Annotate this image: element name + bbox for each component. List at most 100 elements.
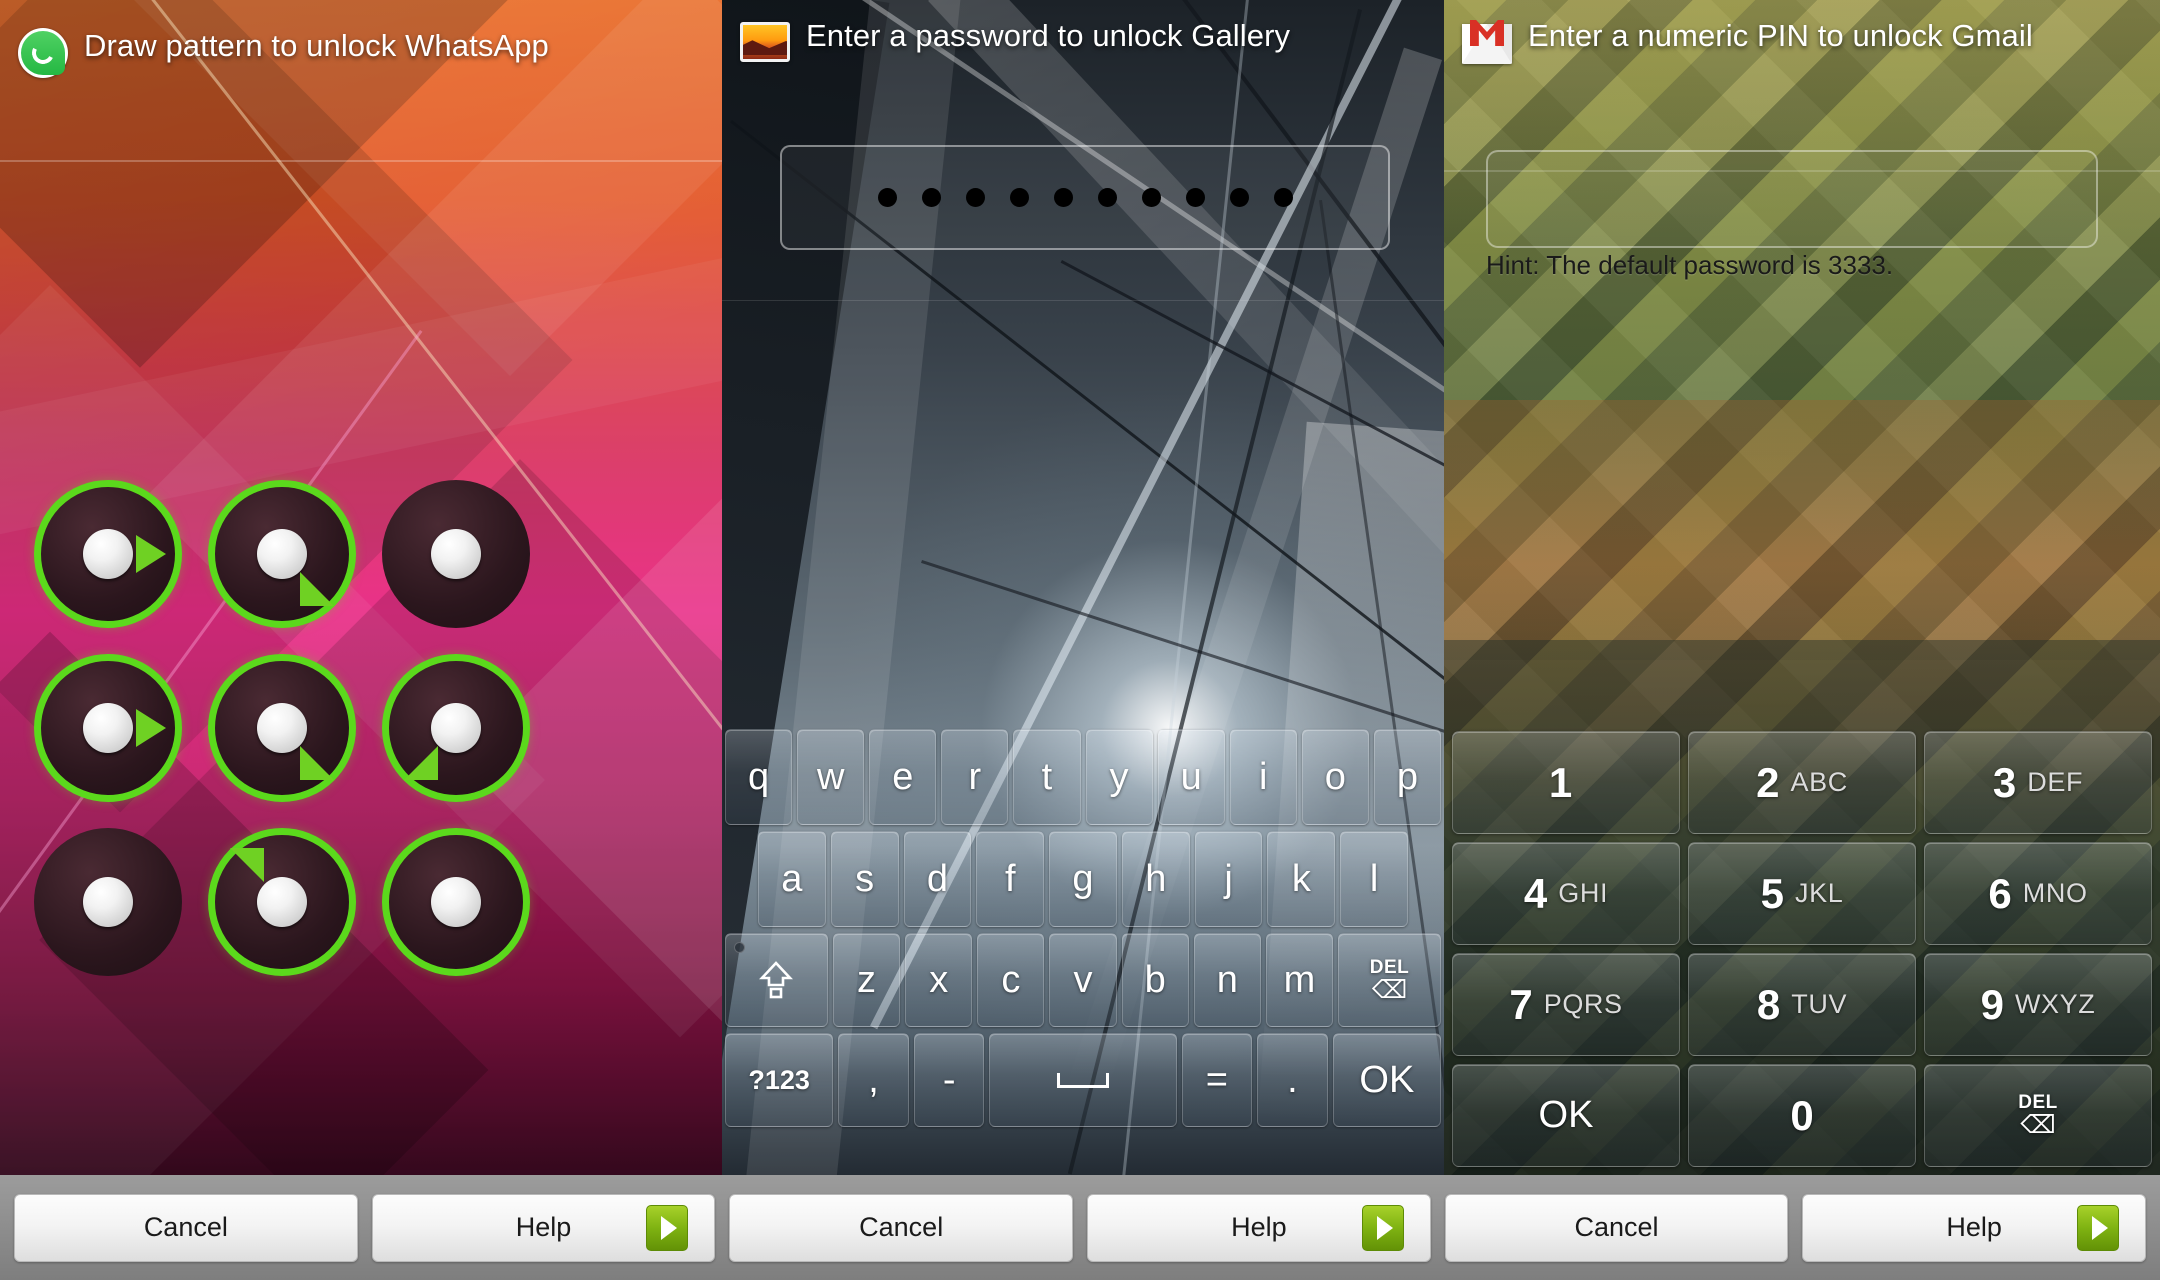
symbols-key[interactable]: ?123 xyxy=(725,1033,834,1127)
numkey-5[interactable]: 5 JKL xyxy=(1688,842,1916,945)
period-key[interactable]: . xyxy=(1257,1033,1328,1127)
equals-key[interactable]: = xyxy=(1181,1033,1253,1127)
arrow-right-icon xyxy=(646,1204,689,1251)
key-i[interactable]: i xyxy=(1229,729,1297,825)
key-v[interactable]: v xyxy=(1049,933,1117,1027)
arrow-right-icon xyxy=(136,535,166,573)
cancel-button-label: Cancel xyxy=(859,1212,944,1242)
key-h[interactable]: h xyxy=(1121,831,1190,927)
key-y[interactable]: y xyxy=(1085,729,1153,825)
help-button-label: Help xyxy=(1946,1212,2002,1242)
key-m[interactable]: m xyxy=(1265,933,1334,1027)
arrow-right-icon xyxy=(136,709,166,747)
pattern-node-2[interactable] xyxy=(208,480,356,628)
numkey-8[interactable]: 8 TUV xyxy=(1688,953,1916,1056)
key-p[interactable]: p xyxy=(1373,729,1441,825)
key-x[interactable]: x xyxy=(905,933,973,1027)
numkey-3[interactable]: 3 DEF xyxy=(1924,731,2152,834)
ok-key[interactable]: OK xyxy=(1332,1033,1442,1127)
backspace-key[interactable]: DEL ⌫ xyxy=(1338,933,1442,1027)
pin-hint-text: Hint: The default password is 3333. xyxy=(1486,250,1894,280)
key-q[interactable]: q xyxy=(725,729,793,825)
numkey-9[interactable]: 9 WXYZ xyxy=(1924,953,2152,1056)
key-j[interactable]: j xyxy=(1194,831,1263,927)
password-panel-title: Enter a password to unlock Gallery xyxy=(806,18,1291,53)
key-g[interactable]: g xyxy=(1049,831,1117,927)
numkey-7[interactable]: 7 PQRS xyxy=(1452,953,1680,1056)
key-w[interactable]: w xyxy=(797,729,865,825)
backspace-icon: ⌫ xyxy=(2020,1111,2056,1139)
pattern-panel-header: Draw pattern to unlock WhatsApp xyxy=(18,28,708,78)
pin-panel-title: Enter a numeric PIN to unlock Gmail xyxy=(1528,18,2033,53)
help-button-label: Help xyxy=(515,1212,572,1242)
pattern-panel-title: Draw pattern to unlock WhatsApp xyxy=(84,28,549,63)
pin-panel-header: Enter a numeric PIN to unlock Gmail xyxy=(1462,18,2152,68)
key-b[interactable]: b xyxy=(1121,933,1189,1027)
key-u[interactable]: u xyxy=(1157,729,1225,825)
key-c[interactable]: c xyxy=(977,933,1045,1027)
pin-input[interactable] xyxy=(1486,150,2098,248)
key-t[interactable]: t xyxy=(1013,729,1081,825)
pattern-node-3[interactable] xyxy=(382,480,530,628)
onscreen-keyboard[interactable]: q w e r t y u i o p a s d f g h j k l z … xyxy=(722,725,1444,1175)
gallery-icon xyxy=(740,18,790,68)
pattern-node-9[interactable] xyxy=(382,828,530,976)
numkey-6[interactable]: 6 MNO xyxy=(1924,842,2152,945)
hyphen-key[interactable]: - xyxy=(913,1033,985,1127)
key-k[interactable]: k xyxy=(1267,831,1336,927)
delete-label: DEL xyxy=(1369,956,1410,978)
key-l[interactable]: l xyxy=(1340,831,1409,927)
shift-led-indicator xyxy=(733,942,745,953)
numkey-delete[interactable]: DEL ⌫ xyxy=(1924,1064,2152,1167)
help-button-3[interactable]: Help xyxy=(1802,1193,2147,1262)
help-button-label: Help xyxy=(1231,1212,1287,1242)
space-key[interactable] xyxy=(989,1033,1177,1127)
pattern-node-6[interactable] xyxy=(382,654,530,802)
numkey-2[interactable]: 2 ABC xyxy=(1688,731,1916,834)
shift-icon xyxy=(759,961,794,999)
app-lock-screenshot: Draw pattern to unlock WhatsApp Enter a … xyxy=(0,0,2160,1280)
numkey-4[interactable]: 4 GHI xyxy=(1452,842,1680,945)
cancel-button-3[interactable]: Cancel xyxy=(1444,1193,1789,1262)
key-r[interactable]: r xyxy=(941,729,1009,825)
arrow-right-icon xyxy=(2077,1204,2120,1251)
key-z[interactable]: z xyxy=(832,933,901,1027)
pattern-node-5[interactable] xyxy=(208,654,356,802)
arrow-up-right-icon xyxy=(230,848,264,882)
password-masked-dots xyxy=(780,145,1390,250)
lock-screen-panels: Draw pattern to unlock WhatsApp Enter a … xyxy=(0,0,2160,1175)
key-f[interactable]: f xyxy=(976,831,1045,927)
pattern-unlock-panel: Draw pattern to unlock WhatsApp xyxy=(0,0,722,1175)
pattern-node-1[interactable] xyxy=(34,480,182,628)
password-unlock-panel: Enter a password to unlock Gallery q w e… xyxy=(722,0,1444,1175)
cancel-button-label: Cancel xyxy=(1574,1212,1659,1242)
numkey-1[interactable]: 1 xyxy=(1452,731,1680,834)
whatsapp-icon xyxy=(18,28,68,78)
pattern-lock-grid[interactable] xyxy=(34,480,674,1090)
key-a[interactable]: a xyxy=(757,831,826,927)
pattern-node-8[interactable] xyxy=(208,828,356,976)
cancel-button-2[interactable]: Cancel xyxy=(729,1193,1074,1262)
key-d[interactable]: d xyxy=(903,831,972,927)
key-e[interactable]: e xyxy=(869,729,937,825)
bottom-action-bar: Cancel Help Cancel Help Cancel Help xyxy=(0,1175,2160,1280)
backspace-icon: ⌫ xyxy=(1371,975,1408,1004)
key-o[interactable]: o xyxy=(1301,729,1369,825)
comma-key[interactable]: , xyxy=(838,1033,909,1127)
arrow-down-right-icon xyxy=(300,746,334,780)
key-s[interactable]: s xyxy=(830,831,899,927)
arrow-down-right-icon xyxy=(300,572,334,606)
key-n[interactable]: n xyxy=(1193,933,1261,1027)
password-panel-header: Enter a password to unlock Gallery xyxy=(740,18,1430,68)
pattern-node-7[interactable] xyxy=(34,828,182,976)
arrow-down-left-icon xyxy=(404,746,438,780)
help-button-1[interactable]: Help xyxy=(371,1193,716,1262)
numkey-ok[interactable]: OK xyxy=(1452,1064,1680,1167)
shift-key[interactable] xyxy=(724,933,828,1027)
help-button-2[interactable]: Help xyxy=(1087,1193,1431,1262)
numkey-0[interactable]: 0 xyxy=(1688,1064,1916,1167)
numeric-keypad[interactable]: 1 2 ABC 3 DEF 4 GHI 5 JKL 6 MNO 7 PQRS 8… xyxy=(1444,725,2160,1175)
spacebar-icon xyxy=(1057,1072,1109,1088)
cancel-button-1[interactable]: Cancel xyxy=(14,1193,358,1262)
pattern-node-4[interactable] xyxy=(34,654,182,802)
